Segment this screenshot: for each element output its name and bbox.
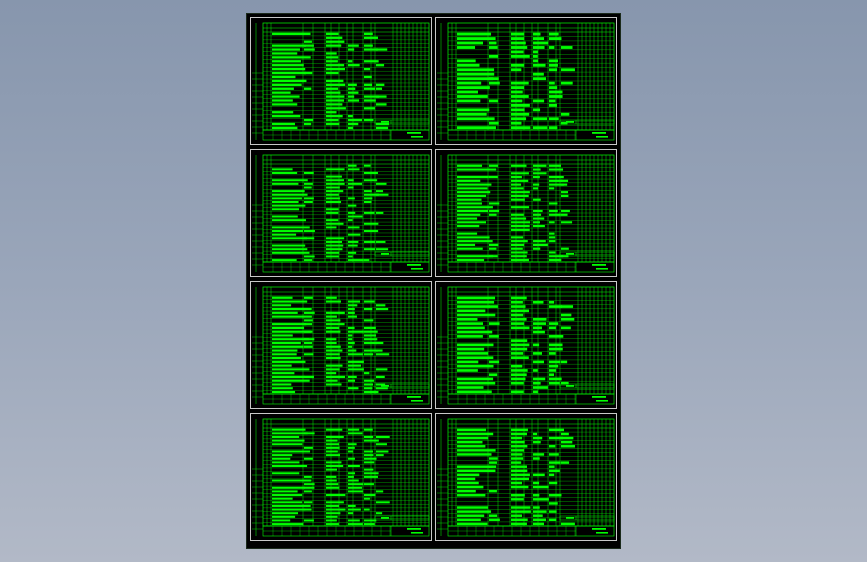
- table-sheet-4[interactable]: [435, 149, 617, 277]
- table-drawing: [437, 22, 615, 141]
- cad-model-viewport[interactable]: [0, 0, 867, 562]
- table-sheet-8[interactable]: [435, 413, 617, 541]
- table-drawing: [252, 154, 430, 273]
- table-sheet-6[interactable]: [435, 281, 617, 409]
- table-drawing: [437, 154, 615, 273]
- table-sheet-1[interactable]: [250, 17, 432, 145]
- table-drawing: [252, 22, 430, 141]
- table-drawing: [252, 418, 430, 537]
- table-sheet-2[interactable]: [435, 17, 617, 145]
- table-drawing: [252, 286, 430, 405]
- drawing-sheet[interactable]: [246, 13, 621, 549]
- table-drawing: [437, 418, 615, 537]
- table-drawing: [437, 286, 615, 405]
- table-sheet-7[interactable]: [250, 413, 432, 541]
- table-sheet-3[interactable]: [250, 149, 432, 277]
- table-sheet-5[interactable]: [250, 281, 432, 409]
